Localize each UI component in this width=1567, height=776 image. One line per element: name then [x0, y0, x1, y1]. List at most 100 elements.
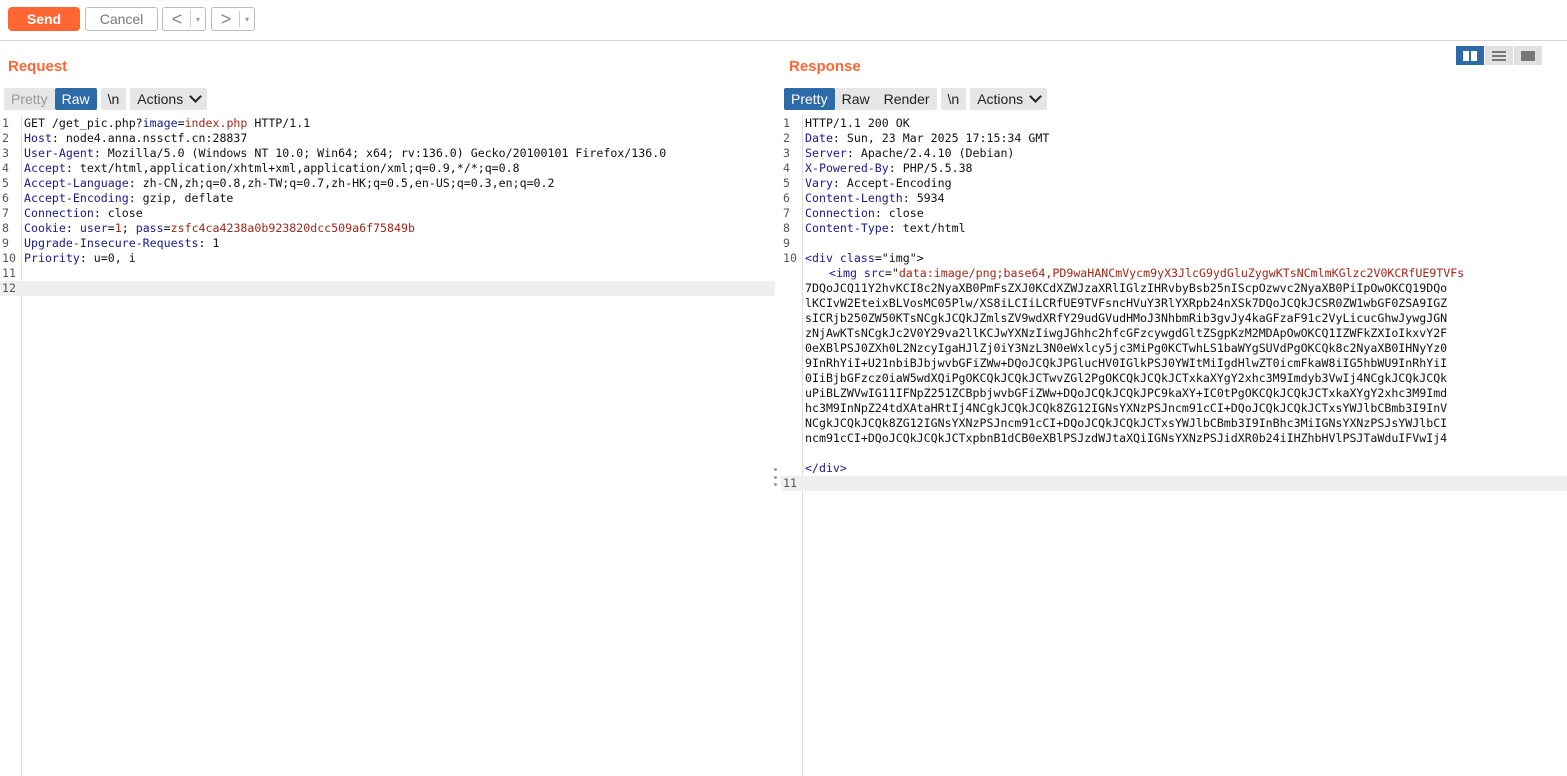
newline-toggle[interactable]: \n: [101, 88, 127, 110]
line-number: 11: [2, 266, 16, 280]
line-text: ncm91cCI+DQoJCQkJCQkJCTxpbnB1dCB0eXBlPSJ…: [805, 431, 1448, 445]
code-line: 10 <div class="img">: [781, 251, 1567, 266]
line-text: Host: node4.anna.nssctf.cn:28837: [24, 131, 248, 145]
actions-label: Actions: [137, 91, 184, 107]
actions-label: Actions: [977, 91, 1024, 107]
line-number: 5: [783, 176, 790, 190]
chevron-down-icon: [1029, 90, 1042, 103]
code-line: 3 Server: Apache/2.4.10 (Debian): [781, 146, 1567, 161]
columns-icon: [1463, 50, 1477, 61]
code-line: 6 Content-Length: 5934: [781, 191, 1567, 206]
base64-wrap-line: 0eXBlPSJ0ZXh0L2NzcyIgaHJlZj0iY3NzL3N0eWx…: [781, 341, 1567, 356]
line-number: 2: [783, 131, 790, 145]
code-line: 3 User-Agent: Mozilla/5.0 (Windows NT 10.…: [0, 146, 775, 161]
response-view-tabs: Pretty Raw Render \n Actions: [784, 88, 1051, 110]
line-text: Accept: text/html,application/xhtml+xml,…: [24, 161, 520, 175]
line-text: Connection: close: [24, 206, 143, 220]
tab-raw[interactable]: Raw: [835, 88, 877, 110]
base64-wrap-line: sICRjb250ZW50KTsNCgkJCQkJZmlsZV9wdXRfY29…: [781, 311, 1567, 326]
chevron-down-icon[interactable]: ▾: [192, 8, 204, 30]
line-text: Priority: u=0, i: [24, 251, 136, 265]
actions-menu-group: Actions: [130, 88, 208, 110]
code-line: </div>: [781, 461, 1567, 476]
line-text: HTTP/1.1 200 OK: [805, 116, 910, 130]
actions-menu-button[interactable]: Actions: [130, 88, 207, 110]
line-number: 10: [2, 251, 16, 265]
line-text: </div>: [805, 461, 847, 475]
actions-menu-button[interactable]: Actions: [970, 88, 1047, 110]
line-text: uPiBLZWVwIG11IFNpZ251ZCBpbjwvbGFiZWw+DQo…: [805, 386, 1448, 400]
line-number: 4: [783, 161, 790, 175]
layout-toggle: [1456, 46, 1544, 65]
request-editor[interactable]: 1 GET /get_pic.php?image=index.php HTTP/1…: [0, 115, 775, 776]
code-line: 4 Accept: text/html,application/xhtml+xml…: [0, 161, 775, 176]
line-text: NCgkJCQkJCQk8ZG12IGNsYXNzPSJncm91cCI+DQo…: [805, 416, 1448, 430]
code-line: <img src="data:image/png;base64,PD9waHAN…: [781, 266, 1567, 281]
divider: [239, 11, 240, 27]
panel-resize-handle[interactable]: [774, 468, 778, 486]
layout-side-by-side-button[interactable]: [1456, 46, 1484, 65]
code-line: 9: [781, 236, 1567, 251]
newline-toggle-group: \n: [100, 88, 127, 110]
newline-toggle[interactable]: \n: [941, 88, 967, 110]
response-editor[interactable]: 1 HTTP/1.1 200 OK 2 Date: Sun, 23 Mar 2025 …: [781, 115, 1567, 776]
line-text: hc3M9InNpZ24tdXAtaHRtIj4NCgkJCQkJCQk8ZG1…: [805, 401, 1448, 415]
code-line: 8 Cookie: user=1; pass=zsfc4ca4238a0b9238…: [0, 221, 775, 236]
code-line: 7 Connection: close: [0, 206, 775, 221]
base64-wrap-line: lKCIvW2EteixBLVosMC05Plw/XS8iLCIiLCRfUE9…: [781, 296, 1567, 311]
code-line: 8 Content-Type: text/html: [781, 221, 1567, 236]
panel-title: Request: [8, 58, 68, 75]
code-line: 6 Accept-Encoding: gzip, deflate: [0, 191, 775, 206]
format-tab-group: Pretty Raw: [4, 88, 97, 110]
code-line: 5 Accept-Language: zh-CN,zh;q=0.8,zh-TW;q…: [0, 176, 775, 191]
tab-pretty[interactable]: Pretty: [4, 88, 55, 110]
line-text: User-Agent: Mozilla/5.0 (Windows NT 10.0…: [24, 146, 667, 160]
send-button[interactable]: Send: [8, 7, 80, 31]
line-text: zNjAwKTsNCgkJc2V0Y29va2llKCJwYXNzIiwgJGh…: [805, 326, 1448, 340]
code-line: 2 Host: node4.anna.nssctf.cn:28837: [0, 131, 775, 146]
response-lines: 1 HTTP/1.1 200 OK 2 Date: Sun, 23 Mar 2025 …: [781, 116, 1567, 491]
cancel-button[interactable]: Cancel: [85, 7, 158, 31]
line-text: Connection: close: [805, 206, 924, 220]
base64-wrap-line: uPiBLZWVwIG11IFNpZ251ZCBpbjwvbGFiZWw+DQo…: [781, 386, 1567, 401]
newline-toggle-group: \n: [940, 88, 967, 110]
line-number: 6: [783, 191, 790, 205]
line-text: Date: Sun, 23 Mar 2025 17:15:34 GMT: [805, 131, 1050, 145]
tab-raw[interactable]: Raw: [54, 88, 97, 110]
tab-pretty[interactable]: Pretty: [784, 88, 835, 110]
code-line: 10 Priority: u=0, i: [0, 251, 775, 266]
line-text: Accept-Encoding: gzip, deflate: [24, 191, 234, 205]
line-text: Accept-Language: zh-CN,zh;q=0.8,zh-TW;q=…: [24, 176, 555, 190]
code-line: 12: [0, 281, 775, 296]
code-line: 11: [0, 266, 775, 281]
line-text: Upgrade-Insecure-Requests: 1: [24, 236, 220, 250]
line-number: 7: [783, 206, 790, 220]
line-text: GET /get_pic.php?image=index.php HTTP/1.…: [24, 116, 311, 130]
request-view-tabs: Pretty Raw \n Actions: [4, 88, 211, 110]
line-text: Vary: Accept-Encoding: [805, 176, 952, 190]
response-panel: Response Pretty Raw Render \n Actions 1 H…: [781, 41, 1567, 776]
line-text: 0eXBlPSJ0ZXh0L2NzcyIgaHJlZj0iY3NzL3N0eWx…: [805, 341, 1448, 355]
code-line: 7 Connection: close: [781, 206, 1567, 221]
line-text: Cookie: user=1; pass=zsfc4ca4238a0b92382…: [24, 221, 415, 235]
top-toolbar: Send Cancel < ▾ > ▾: [0, 0, 1567, 41]
single-pane-icon: [1521, 50, 1535, 61]
line-number: 2: [2, 131, 9, 145]
tab-render[interactable]: Render: [877, 88, 937, 110]
layout-single-button[interactable]: [1514, 46, 1542, 65]
layout-stacked-button[interactable]: [1485, 46, 1513, 65]
line-text: lKCIvW2EteixBLVosMC05Plw/XS8iLCIiLCRfUE9…: [805, 296, 1448, 310]
history-forward-button[interactable]: > ▾: [211, 7, 255, 31]
line-number: 9: [2, 236, 9, 250]
history-back-button[interactable]: < ▾: [162, 7, 206, 31]
chevron-down-icon[interactable]: ▾: [241, 8, 253, 30]
line-number: 7: [2, 206, 9, 220]
line-text: Server: Apache/2.4.10 (Debian): [805, 146, 1015, 160]
chevron-right-icon: >: [220, 8, 232, 29]
base64-wrap-line: 9InRhYiI+U21nbiBJbjwvbGFiZWw+DQoJCQkJPGl…: [781, 356, 1567, 371]
line-text: <img src="data:image/png;base64,PD9waHAN…: [829, 266, 1465, 280]
line-number: 8: [2, 221, 9, 235]
code-line: 1 GET /get_pic.php?image=index.php HTTP/1…: [0, 116, 775, 131]
request-panel: Request Pretty Raw \n Actions 1 GET /get_…: [0, 41, 775, 776]
